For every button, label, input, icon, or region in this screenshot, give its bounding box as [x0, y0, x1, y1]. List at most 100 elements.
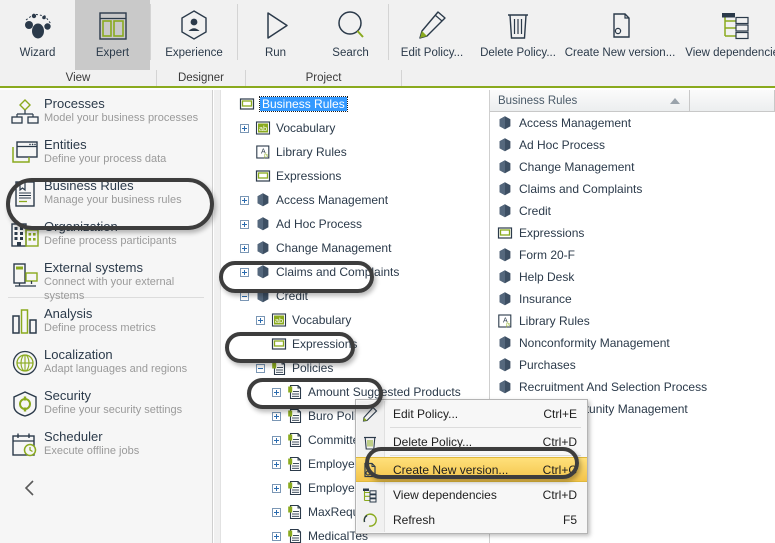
- library-rules-icon: Afx: [496, 313, 513, 329]
- tree-node-label: Expressions: [276, 169, 342, 183]
- vocabulary-ab-icon: ab: [254, 120, 271, 137]
- sidebar-item-title: Entities: [44, 137, 87, 152]
- expand-plus-icon[interactable]: [270, 458, 283, 471]
- ribbon-caption-project: Project: [246, 70, 402, 86]
- list-item[interactable]: Ad Hoc Process: [490, 134, 775, 156]
- context-menu-item[interactable]: Delete Policy... Ctrl+D: [356, 429, 587, 454]
- expand-plus-icon[interactable]: [270, 434, 283, 447]
- expand-plus-icon[interactable]: [270, 482, 283, 495]
- view-dependencies-button[interactable]: View dependencies: [679, 0, 775, 70]
- expand-plus-icon[interactable]: [238, 122, 251, 135]
- tree-node[interactable]: Afx Library Rules: [222, 140, 488, 164]
- sidebar-item-subtitle: Define your process data: [44, 153, 167, 165]
- collapse-minus-icon[interactable]: [254, 362, 267, 375]
- context-menu-item[interactable]: Edit Policy... Ctrl+E: [356, 401, 587, 426]
- expand-plus-icon[interactable]: [270, 410, 283, 423]
- experience-button[interactable]: Experience: [151, 0, 237, 70]
- tree-node-label: Claims and Complaints: [276, 265, 400, 279]
- sidebar-item-text: Organization Define process participants: [42, 219, 177, 248]
- expert-button[interactable]: Expert: [75, 0, 150, 70]
- context-menu-item-label: Delete Policy...: [393, 434, 473, 449]
- collapse-minus-icon[interactable]: [238, 290, 251, 303]
- wizard-button[interactable]: Wizard: [0, 0, 75, 70]
- context-menu-separator: [390, 455, 581, 456]
- create-new-version-button[interactable]: Create New version...: [561, 0, 679, 70]
- expand-plus-icon[interactable]: [238, 218, 251, 231]
- expand-plus-icon[interactable]: [238, 242, 251, 255]
- list-item[interactable]: Claims and Complaints: [490, 178, 775, 200]
- context-menu-item[interactable]: Create New version... Ctrl+C: [356, 457, 587, 482]
- list-item-label: Ad Hoc Process: [519, 138, 606, 152]
- tree-node[interactable]: Expressions: [222, 164, 488, 188]
- tree-node[interactable]: Expressions: [222, 332, 488, 356]
- list-item[interactable]: Form 20-F: [490, 244, 775, 266]
- sidebar-item-security[interactable]: Security Define your security settings: [0, 382, 212, 423]
- tree-node[interactable]: Change Management: [222, 236, 488, 260]
- search-button[interactable]: Search: [313, 0, 388, 70]
- sidebar-collapse-button[interactable]: [0, 464, 212, 498]
- tree-node[interactable]: Business Rules: [222, 92, 488, 116]
- expand-plus-icon[interactable]: [270, 506, 283, 519]
- library-rules-icon: Afx: [254, 144, 271, 161]
- sidebar-item-business-rules[interactable]: Business Rules Manage your business rule…: [0, 172, 212, 213]
- wizard-button-label: Wizard: [19, 47, 56, 59]
- delete-policy-button[interactable]: Delete Policy...: [475, 0, 561, 70]
- module-hex-icon: [496, 203, 513, 219]
- context-menu[interactable]: Edit Policy... Ctrl+E Delete Policy... Ctrl…: [355, 399, 588, 534]
- expand-plus-icon[interactable]: [270, 530, 283, 543]
- list-item[interactable]: Purchases: [490, 354, 775, 376]
- module-hex-icon: [254, 216, 271, 233]
- list-item[interactable]: Recruitment And Selection Process: [490, 376, 775, 398]
- tree-node[interactable]: Claims and Complaints: [222, 260, 488, 284]
- ribbon-caption-designer: Designer: [157, 70, 246, 86]
- sidebar-item-analysis[interactable]: Analysis Define process metrics: [0, 300, 212, 341]
- ribbon-caption-empty: [402, 70, 775, 86]
- processes-icon: [8, 96, 42, 126]
- list-item[interactable]: Help Desk: [490, 266, 775, 288]
- context-menu-item[interactable]: Refresh F5: [356, 507, 587, 532]
- sidebar-item-entities[interactable]: Entities Define your process data: [0, 131, 212, 172]
- tree-node[interactable]: Policies: [222, 356, 488, 380]
- expand-plus-icon[interactable]: [270, 386, 283, 399]
- business-rules-list[interactable]: Access Management Ad Hoc Process Change Ma…: [490, 112, 775, 442]
- list-item[interactable]: Afx Library Rules: [490, 310, 775, 332]
- tree-node-label: Vocabulary: [276, 121, 336, 135]
- tree-node[interactable]: ab Vocabulary: [222, 308, 488, 332]
- trash-icon: [356, 434, 384, 450]
- sidebar-item-localization[interactable]: Localization Adapt languages and regions: [0, 341, 212, 382]
- list-item[interactable]: Access Management: [490, 112, 775, 134]
- column-header-extra[interactable]: [690, 90, 775, 111]
- context-menu-items[interactable]: Edit Policy... Ctrl+E Delete Policy... Ctrl…: [356, 401, 587, 532]
- context-menu-item[interactable]: View dependencies Ctrl+D: [356, 482, 587, 507]
- run-button[interactable]: Run: [238, 0, 313, 70]
- tree-node[interactable]: Ad Hoc Process: [222, 212, 488, 236]
- expand-plus-icon[interactable]: [254, 314, 267, 327]
- context-menu-item-shortcut: Ctrl+C: [542, 462, 577, 477]
- tree-node[interactable]: Access Management: [222, 188, 488, 212]
- new-version-icon: [356, 462, 384, 478]
- policy-icon: [286, 408, 303, 425]
- column-header-business-rules[interactable]: Business Rules: [490, 90, 690, 111]
- chevron-left-icon: [24, 480, 34, 496]
- sidebar-item-text: Localization Adapt languages and regions: [42, 347, 187, 376]
- sidebar-item-scheduler[interactable]: Scheduler Execute offline jobs: [0, 423, 212, 464]
- expand-plus-icon[interactable]: [238, 266, 251, 279]
- expand-plus-icon[interactable]: [238, 194, 251, 207]
- list-item[interactable]: Insurance: [490, 288, 775, 310]
- list-item[interactable]: Expressions: [490, 222, 775, 244]
- sidebar-item-title: Processes: [44, 96, 105, 111]
- policy-icon: [286, 504, 303, 521]
- module-hex-icon: [496, 291, 513, 307]
- ribbon-button-groups: Wizard Expert Experience Run Search Edit…: [0, 0, 775, 70]
- sidebar-item-organization[interactable]: Organization Define process participants: [0, 213, 212, 254]
- tree-node[interactable]: Credit: [222, 284, 488, 308]
- sidebar-item-external-systems[interactable]: External systems Connect with your exter…: [0, 254, 212, 302]
- list-item[interactable]: Change Management: [490, 156, 775, 178]
- sidebar-item-processes[interactable]: Processes Model your business processes: [0, 90, 212, 131]
- list-item[interactable]: Credit: [490, 200, 775, 222]
- list-item[interactable]: Nonconformity Management: [490, 332, 775, 354]
- tree-node[interactable]: ab Vocabulary: [222, 116, 488, 140]
- sort-ascending-icon: [669, 97, 681, 105]
- context-menu-separator: [390, 427, 581, 428]
- edit-policy-button[interactable]: Edit Policy...: [389, 0, 475, 70]
